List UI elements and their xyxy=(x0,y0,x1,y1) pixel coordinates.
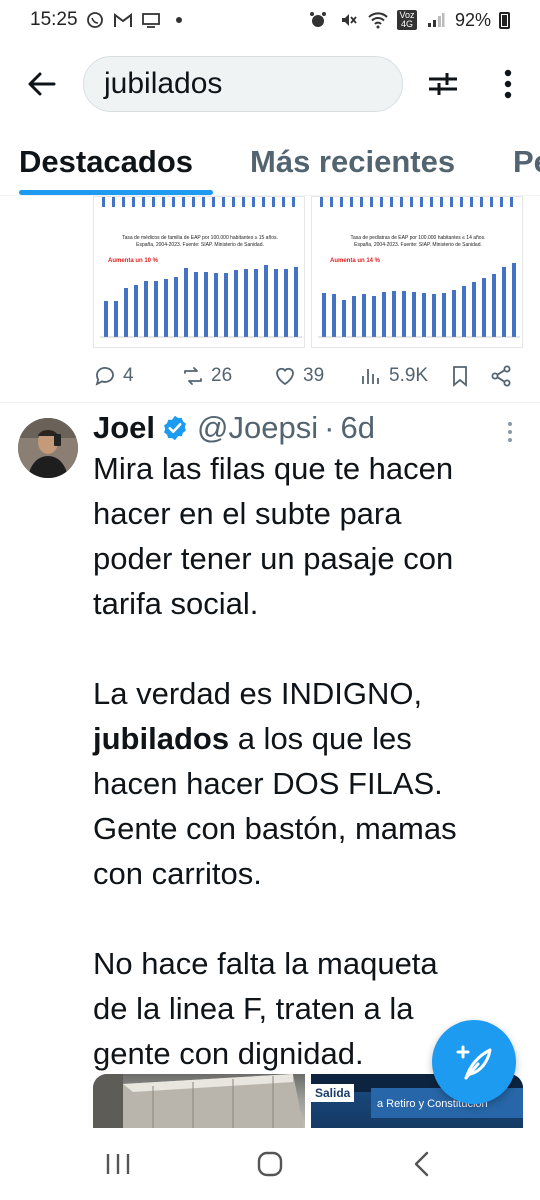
signal-icon xyxy=(425,10,447,30)
views-chart-icon xyxy=(362,369,379,384)
system-nav-bar xyxy=(0,1128,540,1200)
author-name[interactable]: Joel xyxy=(93,410,155,446)
dot-icon xyxy=(168,10,190,30)
views-count: 5.9K xyxy=(389,365,429,386)
chart-title-line2: España, 2004-2023. Fuente: SIAP. Ministe… xyxy=(136,242,264,248)
verified-badge-icon xyxy=(164,415,186,441)
tweet-line: hacen hacer DOS FILAS. xyxy=(93,766,443,801)
chart-title-line1: Tasa de médicos de familia de EAP por 10… xyxy=(122,235,278,241)
previous-tweet-media[interactable]: Tasa de médicos de familia de EAP por 10… xyxy=(93,196,523,348)
heart-icon xyxy=(276,367,294,386)
tweet-blank-line xyxy=(93,896,523,941)
alarm-icon xyxy=(307,10,329,30)
battery-icon xyxy=(499,11,510,29)
cast-icon xyxy=(140,10,162,30)
tweet-time[interactable]: 6d xyxy=(340,410,374,446)
tweet-line: tarifa social. xyxy=(93,586,259,621)
tweet-line: Gente con bastón, mamas xyxy=(93,811,457,846)
reply-button[interactable]: 4 xyxy=(93,364,134,388)
tweet-text[interactable]: Mira las filas que te hacen hacer en el … xyxy=(93,446,523,1076)
tweet-line: a los que les xyxy=(237,721,412,756)
tweet-divider xyxy=(0,402,540,403)
repost-icon xyxy=(184,367,202,385)
search-input[interactable]: jubilados xyxy=(83,56,403,112)
views-button[interactable]: 5.9K xyxy=(359,364,428,388)
tweet-actions: 4 26 39 5.9K xyxy=(93,358,523,396)
chart-title-line2: España, 2004-2023. Fuente: SIAP. Ministe… xyxy=(354,242,482,248)
compose-feather-icon xyxy=(456,1045,492,1080)
search-header: jubilados xyxy=(0,54,540,114)
repost-button[interactable]: 26 xyxy=(181,364,232,388)
status-time: 15:25 xyxy=(30,9,78,30)
recent-apps-icon[interactable] xyxy=(88,1146,148,1182)
tweet-more-icon[interactable] xyxy=(500,418,520,446)
like-count: 39 xyxy=(303,365,325,386)
tweet-line: Mira las filas que te hacen xyxy=(93,451,454,486)
tweet-photo-subway-ceiling[interactable] xyxy=(93,1074,305,1128)
chart-image-medicos[interactable]: Tasa de médicos de familia de EAP por 10… xyxy=(93,196,305,348)
search-query: jubilados xyxy=(104,67,223,100)
search-tabs: Destacados Más recientes Pe xyxy=(0,130,540,196)
tab-personas[interactable]: Pe xyxy=(513,144,540,180)
share-icon[interactable] xyxy=(489,364,513,388)
chart-annotation: Aumenta un 14 % xyxy=(330,258,381,264)
network-label: Voz 4G xyxy=(396,10,417,30)
avatar[interactable] xyxy=(18,418,78,478)
tab-destacados[interactable]: Destacados xyxy=(19,144,193,180)
whatsapp-icon xyxy=(84,10,106,30)
search-term-highlight: jubilados xyxy=(93,721,230,756)
chart-title-line1: Tasa de pediatras de EAP por 100.000 hab… xyxy=(351,235,486,241)
sign-salida: Salida xyxy=(311,1084,355,1102)
tweet-line: con carritos. xyxy=(93,856,262,891)
home-icon[interactable] xyxy=(240,1146,300,1182)
compose-post-button[interactable] xyxy=(432,1020,516,1104)
bookmark-icon[interactable] xyxy=(448,364,472,388)
tweet-blank-line xyxy=(93,626,523,671)
reply-icon xyxy=(95,367,114,386)
reply-count: 4 xyxy=(123,365,134,386)
status-bar: 15:25 Voz 4G 92% xyxy=(0,0,540,40)
chart-image-pediatras[interactable]: Tasa de pediatras de EAP por 100.000 hab… xyxy=(311,196,523,348)
time-separator: · xyxy=(324,410,335,445)
author-handle[interactable]: @Joepsi xyxy=(197,410,318,446)
tweet-header: Joel @Joepsi · 6d xyxy=(93,408,375,448)
tweet-line-with-highlight: jubilados a los que les xyxy=(93,716,523,761)
gmail-icon xyxy=(112,10,134,30)
back-arrow-icon[interactable] xyxy=(20,62,64,106)
filter-sliders-icon[interactable] xyxy=(420,62,466,106)
like-button[interactable]: 39 xyxy=(273,364,324,388)
wifi-icon xyxy=(367,10,389,30)
more-options-icon[interactable] xyxy=(488,62,528,106)
tweet-line: La verdad es INDIGNO, xyxy=(93,676,423,711)
tweet-line: No hace falta la maqueta xyxy=(93,946,438,981)
tweet-line: hacer en el subte para xyxy=(93,496,402,531)
battery-percent: 92% xyxy=(454,9,491,30)
repost-count: 26 xyxy=(211,365,233,386)
active-tab-indicator xyxy=(19,190,213,195)
chart-annotation: Aumenta un 10 % xyxy=(108,258,159,264)
tab-mas-recientes[interactable]: Más recientes xyxy=(250,144,455,180)
mute-icon xyxy=(337,10,359,30)
tweet-line: poder tener un pasaje con xyxy=(93,541,454,576)
back-nav-icon[interactable] xyxy=(392,1146,452,1182)
